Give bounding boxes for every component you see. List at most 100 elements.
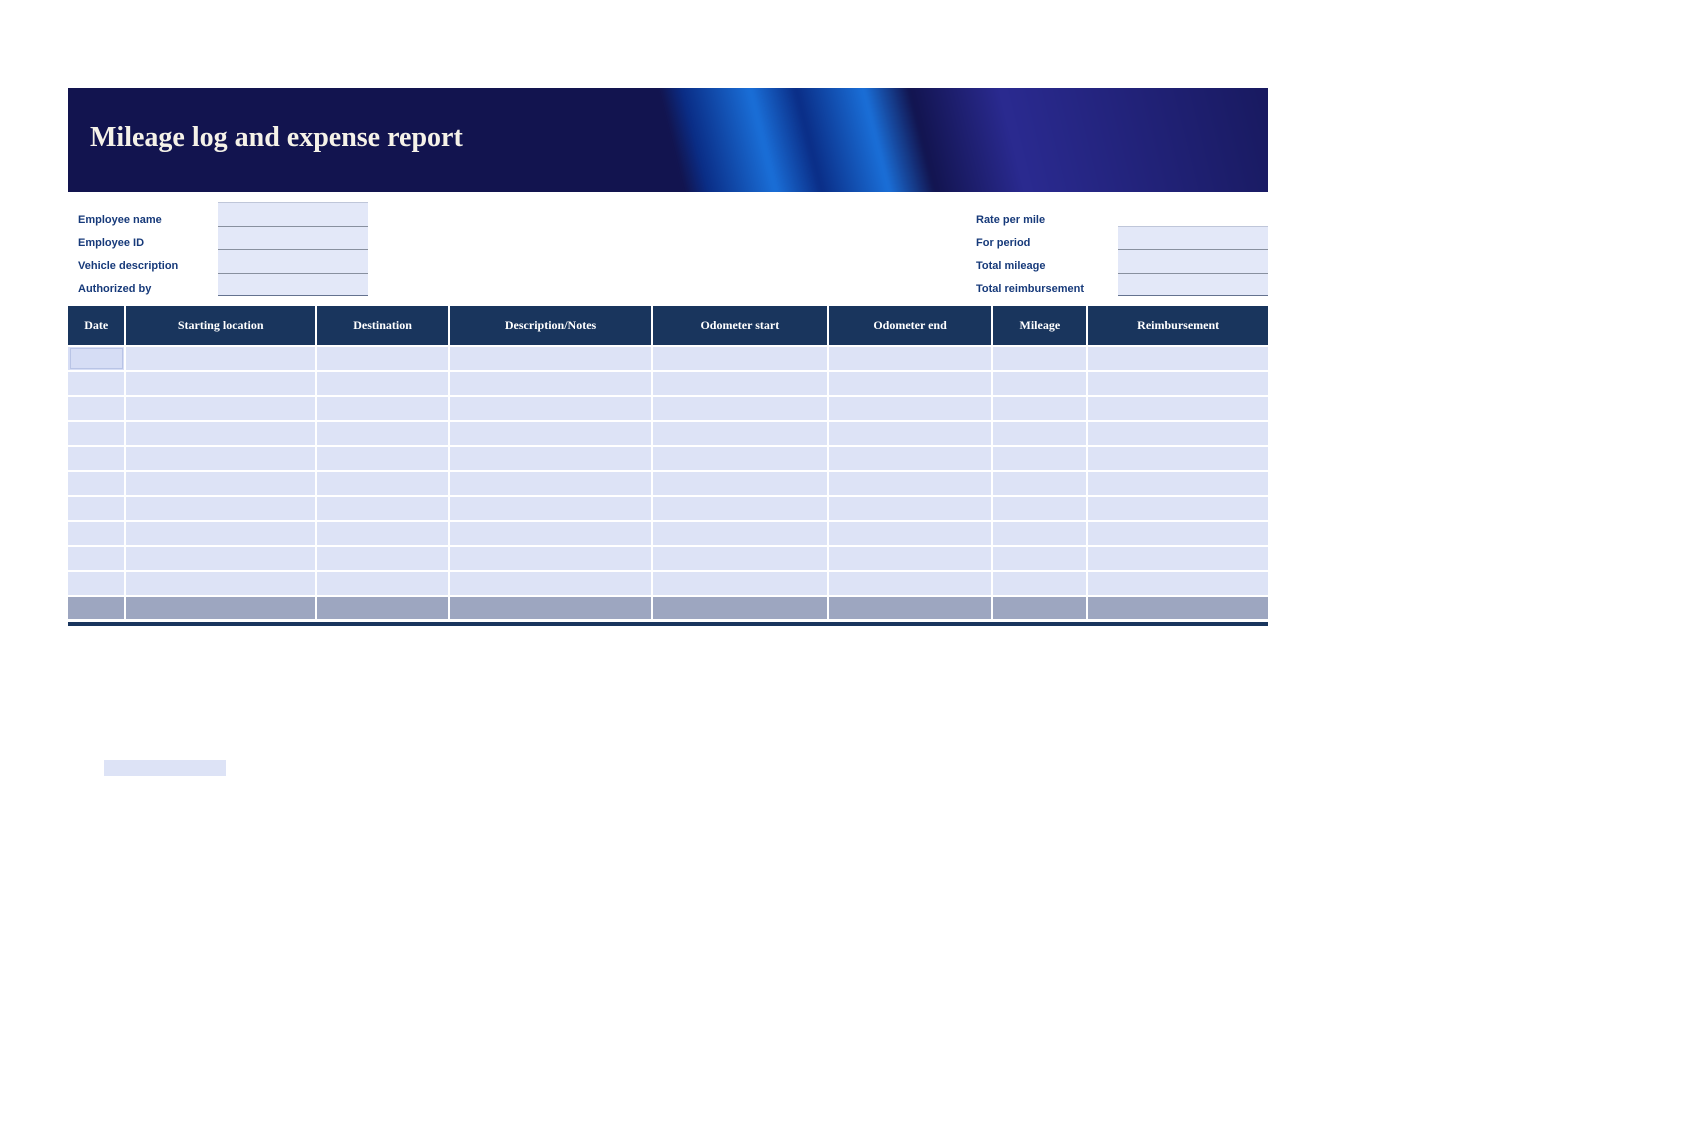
table-cell[interactable] <box>992 496 1087 521</box>
table-cell[interactable] <box>1087 471 1268 496</box>
table-cell[interactable] <box>449 496 652 521</box>
table-cell[interactable] <box>992 421 1087 446</box>
table-cell[interactable] <box>125 496 316 521</box>
table-cell[interactable] <box>1087 371 1268 396</box>
table-cell[interactable] <box>316 471 449 496</box>
table-cell[interactable] <box>125 446 316 471</box>
table-cell[interactable] <box>68 521 125 546</box>
table-cell[interactable] <box>652 521 828 546</box>
table-cell[interactable] <box>316 396 449 421</box>
table-cell[interactable] <box>1087 571 1268 596</box>
table-cell[interactable] <box>828 396 993 421</box>
table-cell[interactable] <box>449 471 652 496</box>
table-cell[interactable] <box>125 421 316 446</box>
table-cell[interactable] <box>125 346 316 371</box>
table-cell[interactable] <box>125 546 316 571</box>
table-cell[interactable] <box>125 521 316 546</box>
table-cell[interactable] <box>316 521 449 546</box>
table-cell[interactable] <box>316 371 449 396</box>
table-cell[interactable] <box>652 471 828 496</box>
footer-cell[interactable] <box>652 596 828 620</box>
footer-cell[interactable] <box>828 596 993 620</box>
table-cell[interactable] <box>652 571 828 596</box>
table-cell[interactable] <box>992 471 1087 496</box>
input-authorized-by[interactable] <box>218 274 368 298</box>
table-cell[interactable] <box>316 571 449 596</box>
table-cell[interactable] <box>449 371 652 396</box>
table-cell[interactable] <box>125 571 316 596</box>
table-cell[interactable] <box>652 546 828 571</box>
label-employee-id: Employee ID <box>78 231 144 255</box>
table-cell[interactable] <box>992 571 1087 596</box>
table-cell[interactable] <box>828 371 993 396</box>
table-cell[interactable] <box>992 546 1087 571</box>
table-cell[interactable] <box>449 571 652 596</box>
table-cell[interactable] <box>316 496 449 521</box>
table-cell[interactable] <box>992 396 1087 421</box>
table-cell[interactable] <box>652 421 828 446</box>
table-cell[interactable] <box>1087 496 1268 521</box>
table-cell[interactable] <box>1087 421 1268 446</box>
table-cell[interactable] <box>449 421 652 446</box>
table-cell[interactable] <box>316 421 449 446</box>
table-row <box>68 546 1268 571</box>
table-cell[interactable] <box>652 371 828 396</box>
input-vehicle-description[interactable] <box>218 250 368 274</box>
table-cell[interactable] <box>992 446 1087 471</box>
table-cell[interactable] <box>316 546 449 571</box>
table-cell[interactable] <box>992 371 1087 396</box>
table-cell[interactable] <box>652 446 828 471</box>
table-cell[interactable] <box>828 496 993 521</box>
table-cell[interactable] <box>449 521 652 546</box>
table-cell[interactable] <box>68 496 125 521</box>
input-employee-id[interactable] <box>218 227 368 251</box>
table-cell[interactable] <box>992 346 1087 371</box>
footer-cell[interactable] <box>68 596 125 620</box>
table-cell[interactable] <box>68 571 125 596</box>
table-cell[interactable] <box>828 471 993 496</box>
table-cell[interactable] <box>652 396 828 421</box>
table-cell[interactable] <box>449 346 652 371</box>
table-cell[interactable] <box>449 546 652 571</box>
table-cell[interactable] <box>68 421 125 446</box>
table-cell[interactable] <box>68 446 125 471</box>
table-cell[interactable] <box>68 371 125 396</box>
table-cell[interactable] <box>68 346 125 371</box>
table-cell[interactable] <box>992 521 1087 546</box>
form-fields-area: Employee name Employee ID Vehicle descri… <box>68 202 1268 302</box>
table-cell[interactable] <box>828 571 993 596</box>
table-cell[interactable] <box>828 521 993 546</box>
table-cell[interactable] <box>1087 396 1268 421</box>
table-cell[interactable] <box>1087 521 1268 546</box>
table-cell[interactable] <box>316 446 449 471</box>
table-cell[interactable] <box>125 396 316 421</box>
footer-cell[interactable] <box>992 596 1087 620</box>
table-cell[interactable] <box>652 346 828 371</box>
table-cell[interactable] <box>1087 346 1268 371</box>
table-cell[interactable] <box>125 371 316 396</box>
table-cell[interactable] <box>316 346 449 371</box>
table-cell[interactable] <box>68 396 125 421</box>
header-banner: Mileage log and expense report <box>68 88 1268 192</box>
table-cell[interactable] <box>828 546 993 571</box>
input-employee-name[interactable] <box>218 203 368 227</box>
table-cell[interactable] <box>652 496 828 521</box>
table-cell[interactable] <box>828 446 993 471</box>
footer-cell[interactable] <box>1087 596 1268 620</box>
table-cell[interactable] <box>828 346 993 371</box>
footer-cell[interactable] <box>125 596 316 620</box>
input-total-mileage[interactable] <box>1118 250 1268 273</box>
footer-cell[interactable] <box>316 596 449 620</box>
table-cell[interactable] <box>68 471 125 496</box>
table-cell[interactable] <box>125 471 316 496</box>
table-cell[interactable] <box>68 546 125 571</box>
table-cell[interactable] <box>449 446 652 471</box>
table-cell[interactable] <box>449 396 652 421</box>
right-input-column <box>1118 226 1268 296</box>
table-cell[interactable] <box>1087 546 1268 571</box>
table-cell[interactable] <box>1087 446 1268 471</box>
input-total-reimbursement[interactable] <box>1118 274 1268 297</box>
footer-cell[interactable] <box>449 596 652 620</box>
table-cell[interactable] <box>828 421 993 446</box>
input-for-period[interactable] <box>1118 227 1268 250</box>
